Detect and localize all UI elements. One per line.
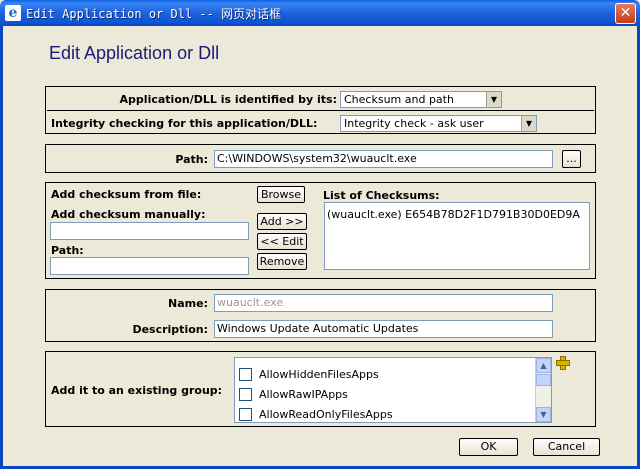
groups-section: Add it to an existing group: AllowHidden… [45, 351, 596, 427]
row-divider [47, 110, 594, 111]
ok-button[interactable]: OK [459, 438, 518, 456]
title-bar: e Edit Application or Dll -- 网页对话框 ✕ [0, 0, 640, 26]
group-item[interactable]: AllowHiddenFilesApps [239, 366, 379, 382]
window-frame-left [0, 26, 3, 469]
checksum-from-file-label: Add checksum from file: [51, 188, 202, 201]
checksum-list[interactable]: (wuauclt.exe) E654B78D2F1D791B30D0ED9A [324, 202, 590, 270]
checksum-manual-input[interactable] [50, 222, 249, 240]
group-checkbox[interactable] [239, 407, 252, 421]
page-title: Edit Application or Dll [49, 43, 220, 63]
scroll-thumb[interactable] [536, 374, 551, 386]
edit-checksum-button[interactable]: << Edit [257, 233, 307, 250]
integrity-value: Integrity check - ask user [344, 117, 484, 130]
identification-section: Application/DLL is identified by its: Ch… [45, 86, 596, 134]
groups-label: Add it to an existing group: [51, 384, 223, 397]
group-list[interactable]: AllowHiddenFilesApps AllowRawIPApps Allo… [234, 357, 552, 423]
path-label: Path: [175, 153, 208, 166]
chevron-down-icon: ▼ [521, 116, 536, 131]
details-section: Name: wuauclt.exe Description: Windows U… [45, 289, 596, 342]
path-section: Path: C:\WINDOWS\system32\wuauclt.exe ..… [45, 144, 596, 173]
group-checkbox[interactable] [239, 367, 252, 381]
checksum-manual-label: Add checksum manually: [51, 208, 206, 221]
identified-by-label: Application/DLL is identified by its: [119, 93, 337, 106]
browse-button[interactable]: Browse [257, 186, 305, 203]
integrity-label: Integrity checking for this application/… [51, 117, 318, 130]
name-label: Name: [168, 297, 208, 310]
description-label: Description: [132, 323, 208, 336]
window-title: Edit Application or Dll -- 网页对话框 [26, 7, 282, 21]
identified-by-select[interactable]: Checksum and path ▼ [340, 91, 502, 108]
ie-icon: e [5, 5, 21, 21]
checksums-section: Add checksum from file: Browse Add check… [45, 182, 596, 279]
checksum-list-label: List of Checksums: [323, 189, 440, 202]
scroll-up-icon[interactable]: ▲ [536, 358, 551, 373]
group-item[interactable]: AllowReadOnlyFilesApps [239, 406, 393, 422]
add-checksum-button[interactable]: Add >> [257, 213, 307, 230]
scroll-down-icon[interactable]: ▼ [536, 407, 551, 422]
close-icon[interactable]: ✕ [615, 3, 636, 24]
description-input[interactable]: Windows Update Automatic Updates [214, 320, 553, 338]
identified-by-value: Checksum and path [344, 93, 454, 106]
path-input[interactable]: C:\WINDOWS\system32\wuauclt.exe [214, 150, 553, 168]
path-browse-button[interactable]: ... [562, 150, 581, 168]
group-checkbox[interactable] [239, 387, 252, 401]
checksum-path-input[interactable] [50, 257, 249, 275]
integrity-select[interactable]: Integrity check - ask user ▼ [340, 115, 537, 132]
group-list-scrollbar[interactable]: ▲ ▼ [535, 358, 551, 422]
remove-checksum-button[interactable]: Remove [257, 253, 307, 270]
cancel-button[interactable]: Cancel [533, 438, 600, 456]
list-item[interactable]: (wuauclt.exe) E654B78D2F1D791B30D0ED9A [325, 207, 589, 223]
chevron-down-icon: ▼ [486, 92, 501, 107]
group-item[interactable]: AllowRawIPApps [239, 386, 348, 402]
group-item-label: AllowRawIPApps [259, 387, 348, 401]
group-item-label: AllowHiddenFilesApps [259, 367, 379, 381]
name-input[interactable]: wuauclt.exe [214, 294, 553, 312]
group-item-label: AllowReadOnlyFilesApps [259, 407, 393, 421]
checksum-path-label: Path: [51, 244, 84, 257]
add-group-plus-icon[interactable] [556, 356, 570, 370]
